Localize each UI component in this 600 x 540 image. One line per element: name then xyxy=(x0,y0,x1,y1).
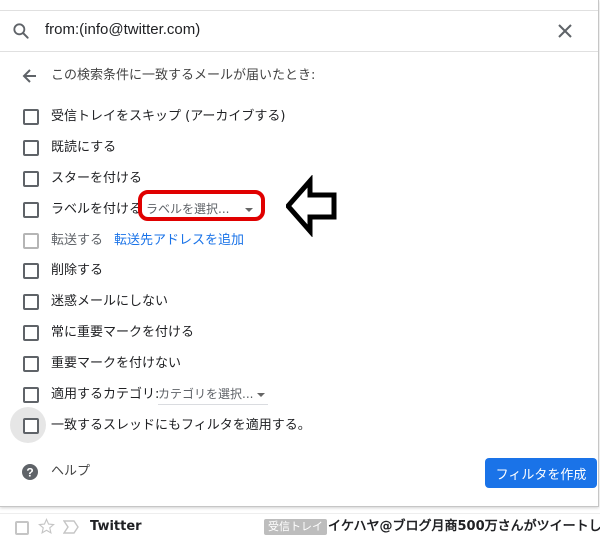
category-select-value: カテゴリを選択... xyxy=(158,387,254,401)
skip-inbox-checkbox[interactable] xyxy=(23,109,39,125)
option-label: 削除する xyxy=(51,263,104,278)
option-always-important[interactable]: 常に重要マークを付ける xyxy=(0,321,598,345)
search-icon xyxy=(13,23,29,39)
option-category[interactable]: 適用するカテゴリ: カテゴリを選択... xyxy=(0,383,598,407)
option-label: 適用するカテゴリ: xyxy=(51,387,160,402)
mail-list-row[interactable]: Twitter 受信トレイ イケハヤ@ブログ月商500万さんがツイートしまし xyxy=(0,513,600,540)
star-checkbox[interactable] xyxy=(23,171,39,187)
option-mark-read[interactable]: 既読にする xyxy=(0,136,598,160)
option-label: 既読にする xyxy=(51,140,117,155)
option-label: ラベルを付ける xyxy=(51,202,143,217)
criteria-text: この検索条件に一致するメールが届いたとき: xyxy=(51,68,316,83)
star-icon[interactable] xyxy=(38,518,55,535)
apply-threads-checkbox[interactable] xyxy=(23,418,39,434)
back-arrow-icon[interactable] xyxy=(22,68,38,84)
option-never-spam[interactable]: 迷惑メールにしない xyxy=(0,290,598,314)
inbox-badge: 受信トレイ xyxy=(264,519,327,535)
delete-checkbox[interactable] xyxy=(23,263,39,279)
option-label: 受信トレイをスキップ (アーカイブする) xyxy=(51,109,286,124)
mail-checkbox[interactable] xyxy=(15,521,29,535)
filter-dialog: from:(info@twitter.com) この検索条件に一致するメールが届… xyxy=(0,0,599,507)
forward-checkbox[interactable] xyxy=(23,233,39,249)
left-arrow-icon xyxy=(286,175,337,237)
never-important-checkbox[interactable] xyxy=(23,356,39,372)
option-never-important[interactable]: 重要マークを付けない xyxy=(0,352,598,376)
close-icon[interactable] xyxy=(556,22,574,40)
search-bar[interactable]: from:(info@twitter.com) xyxy=(0,10,598,52)
option-label: 重要マークを付けない xyxy=(51,356,182,371)
mail-subject: イケハヤ@ブログ月商500万さんがツイートしまし xyxy=(328,519,600,534)
always-important-checkbox[interactable] xyxy=(23,325,39,341)
help-icon[interactable]: ? xyxy=(21,463,39,481)
option-label: スターを付ける xyxy=(51,171,143,186)
option-apply-threads[interactable]: 一致するスレッドにもフィルタを適用する。 xyxy=(0,414,598,438)
option-label: 常に重要マークを付ける xyxy=(51,325,195,340)
mail-sender: Twitter xyxy=(90,519,142,534)
category-select[interactable]: カテゴリを選択... xyxy=(158,384,268,405)
add-forward-address-link[interactable]: 転送先アドレスを追加 xyxy=(114,232,244,250)
option-label: 迷惑メールにしない xyxy=(51,294,169,309)
important-icon[interactable] xyxy=(63,520,79,534)
chevron-down-icon xyxy=(257,393,265,397)
category-checkbox[interactable] xyxy=(23,387,39,403)
label-select-highlight xyxy=(138,190,265,221)
help-link[interactable]: ヘルプ xyxy=(51,463,90,481)
option-label: 転送する xyxy=(51,233,104,248)
option-delete[interactable]: 削除する xyxy=(0,259,598,283)
option-label: 一致するスレッドにもフィルタを適用する。 xyxy=(51,418,311,433)
option-skip-inbox[interactable]: 受信トレイをスキップ (アーカイブする) xyxy=(0,105,598,129)
mark-read-checkbox[interactable] xyxy=(23,140,39,156)
svg-text:?: ? xyxy=(26,466,33,480)
create-filter-button[interactable]: フィルタを作成 xyxy=(485,458,597,488)
criteria-header: この検索条件に一致するメールが届いたとき: xyxy=(0,64,598,88)
search-input[interactable]: from:(info@twitter.com) xyxy=(45,20,200,40)
never-spam-checkbox[interactable] xyxy=(23,294,39,310)
apply-label-checkbox[interactable] xyxy=(23,202,39,218)
